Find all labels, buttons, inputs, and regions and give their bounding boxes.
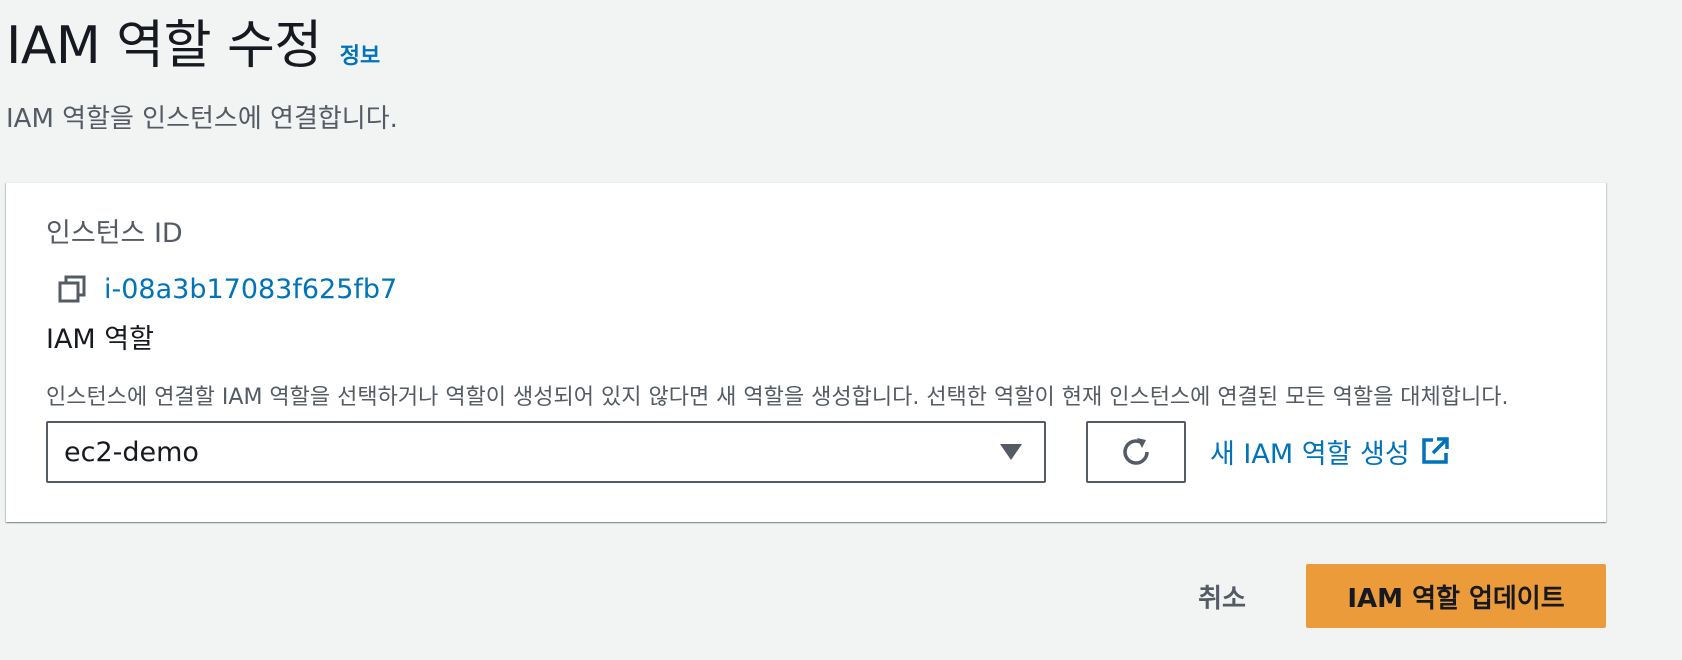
instance-id-value[interactable]: i-08a3b17083f625fb7 xyxy=(104,274,397,305)
cancel-button[interactable]: 취소 xyxy=(1176,564,1268,628)
page-title: IAM 역할 수정 xyxy=(6,16,322,76)
title-row: IAM 역할 수정 정보 xyxy=(6,14,380,78)
external-link-icon xyxy=(1420,436,1450,466)
refresh-icon xyxy=(1123,438,1149,465)
iam-role-selected-value: ec2-demo xyxy=(64,436,199,468)
instance-id-label: 인스턴스 ID xyxy=(46,218,183,249)
iam-role-description: 인스턴스에 연결할 IAM 역할을 선택하거나 역할이 생성되어 있지 않다면 … xyxy=(46,385,1509,410)
instance-id-row: i-08a3b17083f625fb7 xyxy=(56,271,397,307)
iam-role-label: IAM 역할 xyxy=(46,324,154,355)
page-header: IAM 역할 수정 정보 xyxy=(6,14,380,78)
iam-role-select[interactable]: ec2-demo xyxy=(46,421,1046,483)
update-iam-role-button[interactable]: IAM 역할 업데이트 xyxy=(1306,564,1606,628)
copy-icon[interactable] xyxy=(56,273,88,305)
create-iam-role-link-label: 새 IAM 역할 생성 xyxy=(1210,438,1410,470)
refresh-button[interactable] xyxy=(1086,421,1186,483)
info-link[interactable]: 정보 xyxy=(340,38,380,70)
page-subtitle: IAM 역할을 인스턴스에 연결합니다. xyxy=(6,104,398,134)
caret-down-icon xyxy=(1000,444,1022,460)
form-card: 인스턴스 ID i-08a3b17083f625fb7 IAM 역할 인스턴스에… xyxy=(6,182,1606,522)
create-iam-role-link[interactable]: 새 IAM 역할 생성 xyxy=(1210,431,1450,471)
